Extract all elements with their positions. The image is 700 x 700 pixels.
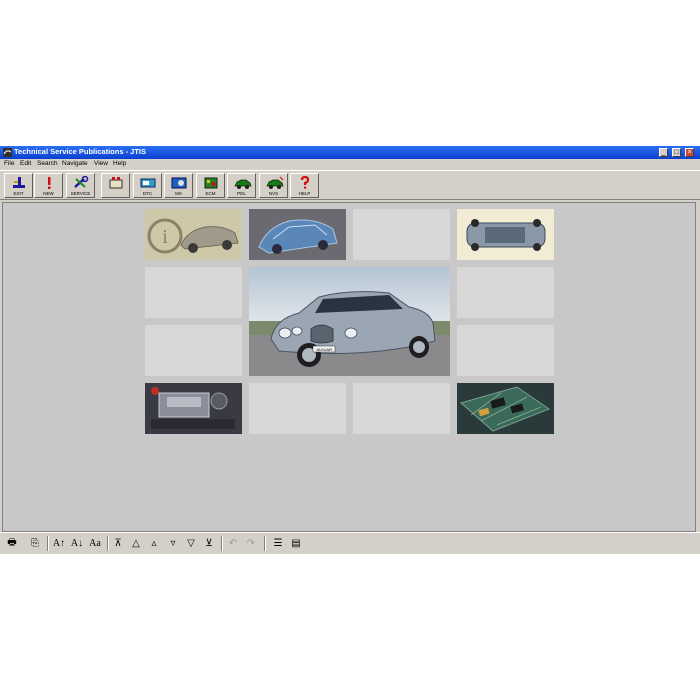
car-body-image[interactable] (249, 209, 346, 260)
help-button[interactable]: HELP (290, 173, 319, 198)
title-bar[interactable]: Technical Service Publications - JTIS _ … (0, 146, 700, 159)
ms-button[interactable]: MS (164, 173, 193, 198)
exclamation-icon (48, 177, 51, 189)
next-page-button[interactable]: ▿ (165, 536, 181, 551)
info-car-image[interactable]: i (145, 209, 242, 260)
question-icon (300, 176, 310, 189)
ecm-button[interactable]: ECM (196, 173, 225, 198)
content-area: i JAGUAR (2, 202, 696, 532)
menu-edit[interactable]: Edit (20, 160, 31, 167)
application-window: Technical Service Publications - JTIS _ … (0, 146, 700, 554)
font-case-button[interactable]: Aa (87, 536, 103, 551)
empty-tile (457, 325, 554, 376)
previous-section-button[interactable]: △ (128, 536, 144, 551)
engine-bay-image[interactable] (145, 383, 242, 434)
module-icon (171, 177, 187, 189)
document-button[interactable]: ▤ (288, 536, 304, 551)
app-icon (3, 148, 12, 157)
nvs-button[interactable]: NVS (259, 173, 288, 198)
license-plate: JAGUAR (316, 347, 332, 352)
car-pdl-icon (234, 179, 252, 189)
toolbar-separator (107, 536, 109, 551)
jaguar-car-image[interactable]: JAGUAR (249, 267, 450, 376)
last-page-button[interactable]: ⊻ (201, 536, 217, 551)
font-larger-button[interactable]: A↑ (51, 536, 67, 551)
next-section-button[interactable]: ▽ (183, 536, 199, 551)
empty-tile (145, 267, 242, 318)
engine-button[interactable] (101, 173, 130, 198)
chassis-image[interactable] (457, 209, 554, 260)
window-title: Technical Service Publications - JTIS (14, 147, 146, 156)
empty-tile (145, 325, 242, 376)
exit-button[interactable]: EXIT (4, 173, 33, 198)
first-page-button[interactable]: ⊼ (110, 536, 126, 551)
back-button[interactable]: ↶ (225, 536, 241, 551)
new-button[interactable]: NEW (34, 173, 63, 198)
menu-search[interactable]: Search (37, 160, 58, 167)
print-button[interactable]: 🖶 (4, 536, 20, 551)
main-toolbar: EXIT NEW SERVICE DTC MS ECM PDL NVS HELP (0, 170, 700, 200)
ecm-icon (204, 177, 218, 189)
previous-page-button[interactable]: ▵ (146, 536, 162, 551)
menu-bar: File Edit Search Navigate View Help (0, 159, 700, 170)
empty-tile (353, 209, 450, 260)
circuit-board-image[interactable] (457, 383, 554, 434)
pdl-button[interactable]: PDL (227, 173, 256, 198)
copy-button[interactable]: ⎘ (27, 536, 43, 551)
svg-text:i: i (162, 226, 168, 248)
navigation-toolbar: 🖶 ⎘ A↑ A↓ Aa ⊼ △ ▵ ▿ ▽ ⊻ ↶ ↷ ☰ ▤ (0, 532, 700, 554)
wrench-icon (74, 176, 89, 188)
close-button[interactable]: × (685, 148, 694, 157)
menu-file[interactable]: File (4, 160, 14, 167)
menu-help[interactable]: Help (113, 160, 126, 167)
toolbar-separator (264, 536, 266, 551)
list-button[interactable]: ☰ (270, 536, 286, 551)
dtc-button[interactable]: DTC (133, 173, 162, 198)
engine-icon (109, 177, 123, 189)
maximize-button[interactable]: □ (672, 148, 681, 157)
menu-navigate[interactable]: Navigate (62, 160, 88, 167)
car-nvs-icon (266, 176, 284, 189)
toolbar-separator (221, 536, 223, 551)
font-smaller-button[interactable]: A↓ (69, 536, 85, 551)
dtc-icon (140, 178, 156, 188)
minimize-button[interactable]: _ (659, 148, 668, 157)
exit-icon (13, 177, 25, 188)
menu-view[interactable]: View (94, 160, 108, 167)
toolbar-separator (47, 536, 49, 551)
empty-tile (353, 383, 450, 434)
forward-button[interactable]: ↷ (243, 536, 259, 551)
service-button[interactable]: SERVICE (66, 173, 95, 198)
empty-tile (457, 267, 554, 318)
empty-tile (249, 383, 346, 434)
